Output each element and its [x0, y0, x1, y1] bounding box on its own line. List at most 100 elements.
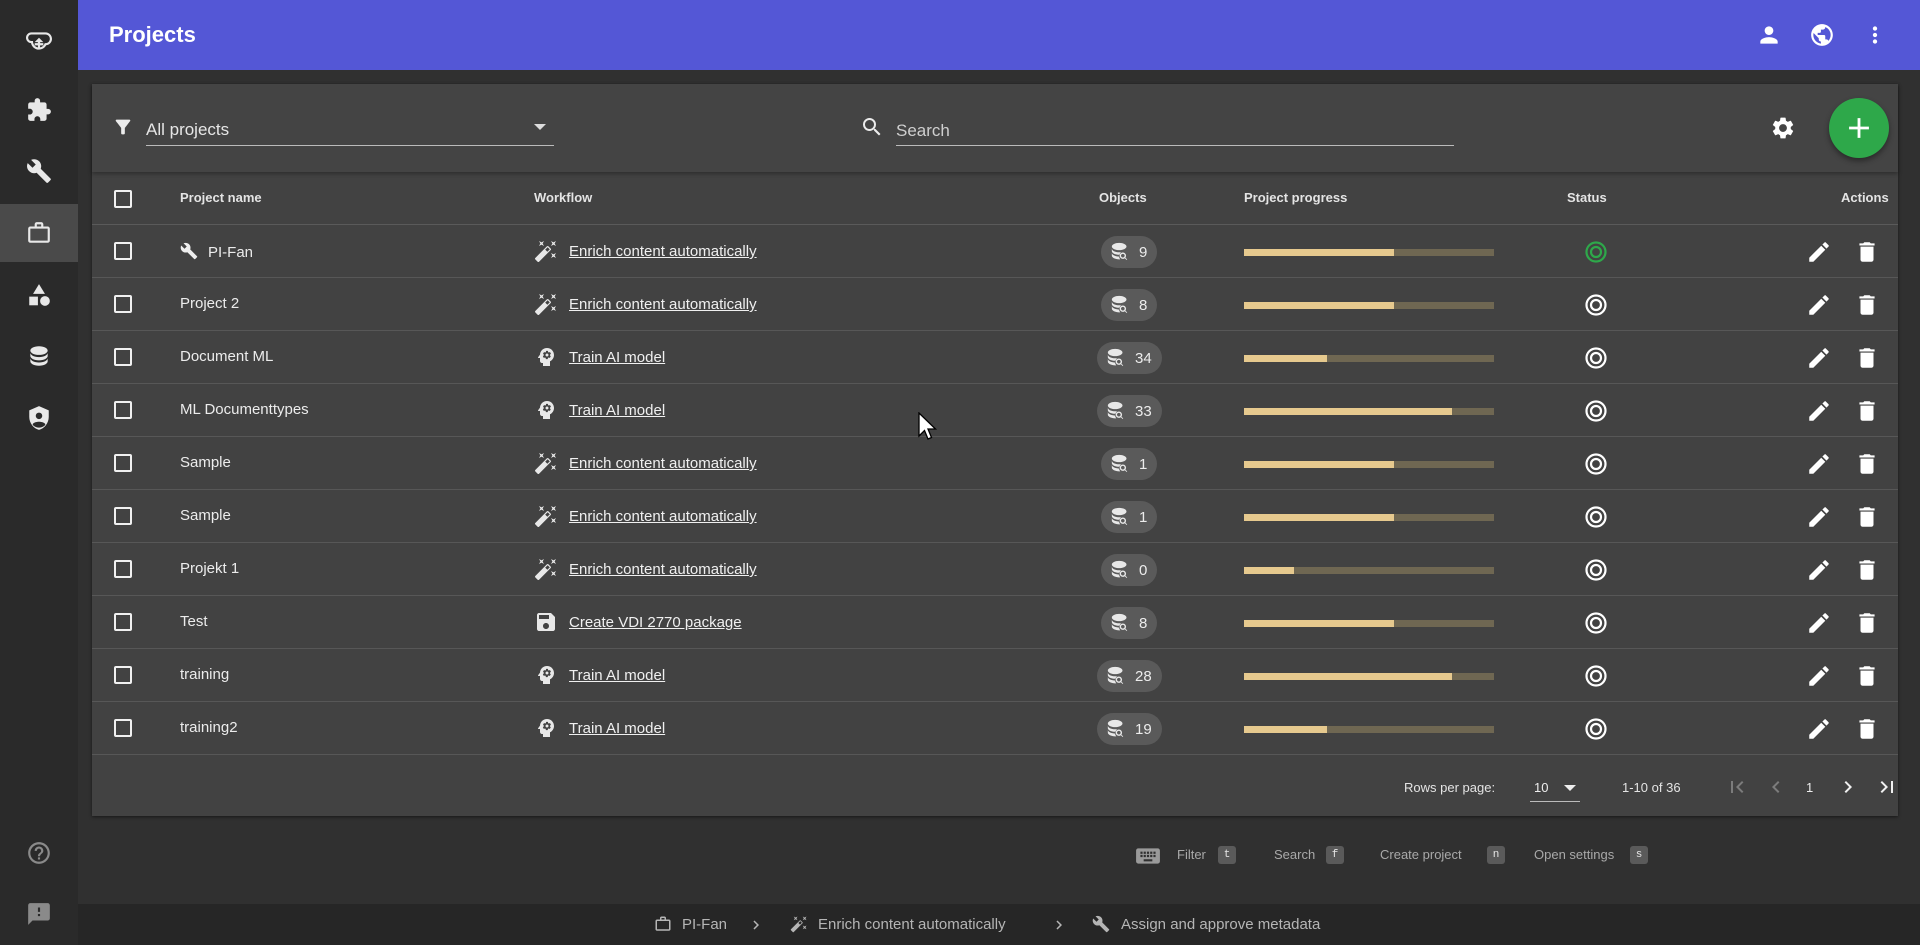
project-name[interactable]: Projekt 1	[180, 560, 239, 577]
delete-icon[interactable]	[1854, 345, 1880, 371]
edit-icon[interactable]	[1806, 398, 1832, 424]
workflow-link[interactable]: Enrich content automatically	[569, 455, 757, 472]
account-icon[interactable]	[1756, 22, 1782, 48]
project-name[interactable]: ML Documenttypes	[180, 401, 309, 418]
project-name[interactable]: Project 2	[180, 295, 239, 312]
edit-icon[interactable]	[1806, 557, 1832, 583]
project-name[interactable]: Document ML	[180, 348, 273, 365]
row-checkbox[interactable]	[114, 295, 132, 313]
feedback-icon[interactable]	[0, 885, 78, 943]
breadcrumb-project[interactable]: PI-Fan	[682, 916, 727, 933]
project-name[interactable]: Sample	[180, 454, 231, 471]
delete-icon[interactable]	[1854, 610, 1880, 636]
table-row[interactable]: training Train AI model 28	[92, 649, 1898, 702]
table-row[interactable]: Projekt 1 Enrich content automatically 0	[92, 543, 1898, 596]
edit-icon[interactable]	[1806, 239, 1832, 265]
edit-icon[interactable]	[1806, 504, 1832, 530]
table-row[interactable]: Document ML Train AI model 34	[92, 331, 1898, 384]
workflow-link[interactable]: Train AI model	[569, 667, 665, 684]
edit-icon[interactable]	[1806, 345, 1832, 371]
objects-chip[interactable]: 28	[1097, 660, 1162, 692]
add-project-button[interactable]	[1829, 98, 1889, 158]
rows-per-page-select[interactable]: 10	[1530, 774, 1580, 802]
column-status[interactable]: Status	[1567, 190, 1607, 205]
delete-icon[interactable]	[1854, 557, 1880, 583]
edit-icon[interactable]	[1806, 716, 1832, 742]
table-row[interactable]: Sample Enrich content automatically 1	[92, 437, 1898, 490]
cloud-upload-icon[interactable]	[0, 12, 78, 70]
row-checkbox[interactable]	[114, 719, 132, 737]
objects-chip[interactable]: 19	[1097, 713, 1162, 745]
database-icon[interactable]	[0, 327, 78, 385]
delete-icon[interactable]	[1854, 398, 1880, 424]
table-row[interactable]: ML Documenttypes Train AI model 33	[92, 384, 1898, 437]
first-page-icon[interactable]	[1725, 775, 1749, 799]
row-checkbox[interactable]	[114, 348, 132, 366]
delete-icon[interactable]	[1854, 663, 1880, 689]
row-checkbox[interactable]	[114, 454, 132, 472]
row-checkbox[interactable]	[114, 242, 132, 260]
column-project-name[interactable]: Project name	[180, 190, 262, 205]
last-page-icon[interactable]	[1875, 775, 1899, 799]
table-row[interactable]: Sample Enrich content automatically 1	[92, 490, 1898, 543]
project-name[interactable]: Sample	[180, 507, 231, 524]
column-objects[interactable]: Objects	[1099, 190, 1147, 205]
workflow-link[interactable]: Enrich content automatically	[569, 296, 757, 313]
table-row[interactable]: training2 Train AI model 19	[92, 702, 1898, 755]
table-row[interactable]: Test Create VDI 2770 package 8	[92, 596, 1898, 649]
help-icon[interactable]	[0, 824, 78, 882]
next-page-icon[interactable]	[1836, 775, 1860, 799]
security-icon[interactable]	[0, 389, 78, 447]
briefcase-icon[interactable]	[0, 204, 78, 262]
edit-icon[interactable]	[1806, 610, 1832, 636]
previous-page-icon[interactable]	[1764, 775, 1788, 799]
edit-icon[interactable]	[1806, 451, 1832, 477]
project-filter-select[interactable]: All projects	[146, 114, 554, 146]
wrench-icon[interactable]	[0, 142, 78, 200]
search-input[interactable]	[896, 114, 1454, 146]
edit-icon[interactable]	[1806, 292, 1832, 318]
breadcrumb-workflow[interactable]: Enrich content automatically	[818, 916, 1006, 933]
workflow-link[interactable]: Enrich content automatically	[569, 508, 757, 525]
project-name[interactable]: training2	[180, 719, 238, 736]
delete-icon[interactable]	[1854, 504, 1880, 530]
gear-icon[interactable]	[1770, 115, 1796, 141]
delete-icon[interactable]	[1854, 292, 1880, 318]
workflow-link[interactable]: Train AI model	[569, 720, 665, 737]
project-name[interactable]: training	[180, 666, 229, 683]
table-row[interactable]: Project 2 Enrich content automatically 8	[92, 278, 1898, 331]
delete-icon[interactable]	[1854, 451, 1880, 477]
row-checkbox[interactable]	[114, 666, 132, 684]
row-checkbox[interactable]	[114, 613, 132, 631]
project-name[interactable]: PI-Fan	[180, 242, 253, 261]
objects-chip[interactable]: 1	[1101, 448, 1158, 480]
more-vert-icon[interactable]	[1862, 22, 1888, 48]
workflow-link[interactable]: Enrich content automatically	[569, 243, 757, 260]
delete-icon[interactable]	[1854, 716, 1880, 742]
project-name[interactable]: Test	[180, 613, 208, 630]
table-row[interactable]: PI-Fan Enrich content automatically 9	[92, 225, 1898, 278]
row-checkbox[interactable]	[114, 560, 132, 578]
language-icon[interactable]	[1809, 22, 1835, 48]
puzzle-icon[interactable]	[0, 81, 78, 139]
row-checkbox[interactable]	[114, 507, 132, 525]
select-all-checkbox[interactable]	[114, 190, 132, 208]
objects-chip[interactable]: 9	[1101, 236, 1158, 268]
objects-chip[interactable]: 33	[1097, 395, 1162, 427]
workflow-link[interactable]: Train AI model	[569, 402, 665, 419]
row-checkbox[interactable]	[114, 401, 132, 419]
workflow-link[interactable]: Create VDI 2770 package	[569, 614, 742, 631]
breadcrumb-step[interactable]: Assign and approve metadata	[1121, 916, 1320, 933]
edit-icon[interactable]	[1806, 663, 1832, 689]
objects-chip[interactable]: 34	[1097, 342, 1162, 374]
workflow-link[interactable]: Enrich content automatically	[569, 561, 757, 578]
objects-chip[interactable]: 8	[1101, 289, 1158, 321]
objects-chip[interactable]: 8	[1101, 607, 1158, 639]
objects-chip[interactable]: 0	[1101, 554, 1158, 586]
delete-icon[interactable]	[1854, 239, 1880, 265]
column-workflow[interactable]: Workflow	[534, 190, 592, 205]
shapes-icon[interactable]	[0, 266, 78, 324]
objects-chip[interactable]: 1	[1101, 501, 1158, 533]
workflow-link[interactable]: Train AI model	[569, 349, 665, 366]
column-progress[interactable]: Project progress	[1244, 190, 1347, 205]
